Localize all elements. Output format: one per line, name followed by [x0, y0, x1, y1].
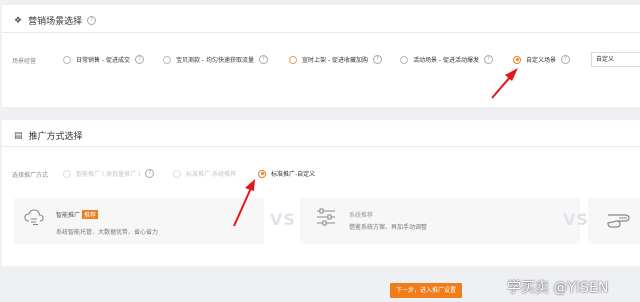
- annotation-arrow-icon: [491, 68, 518, 99]
- annotation-arrows: [233, 68, 518, 227]
- annotation-arrow-icon: [233, 179, 255, 227]
